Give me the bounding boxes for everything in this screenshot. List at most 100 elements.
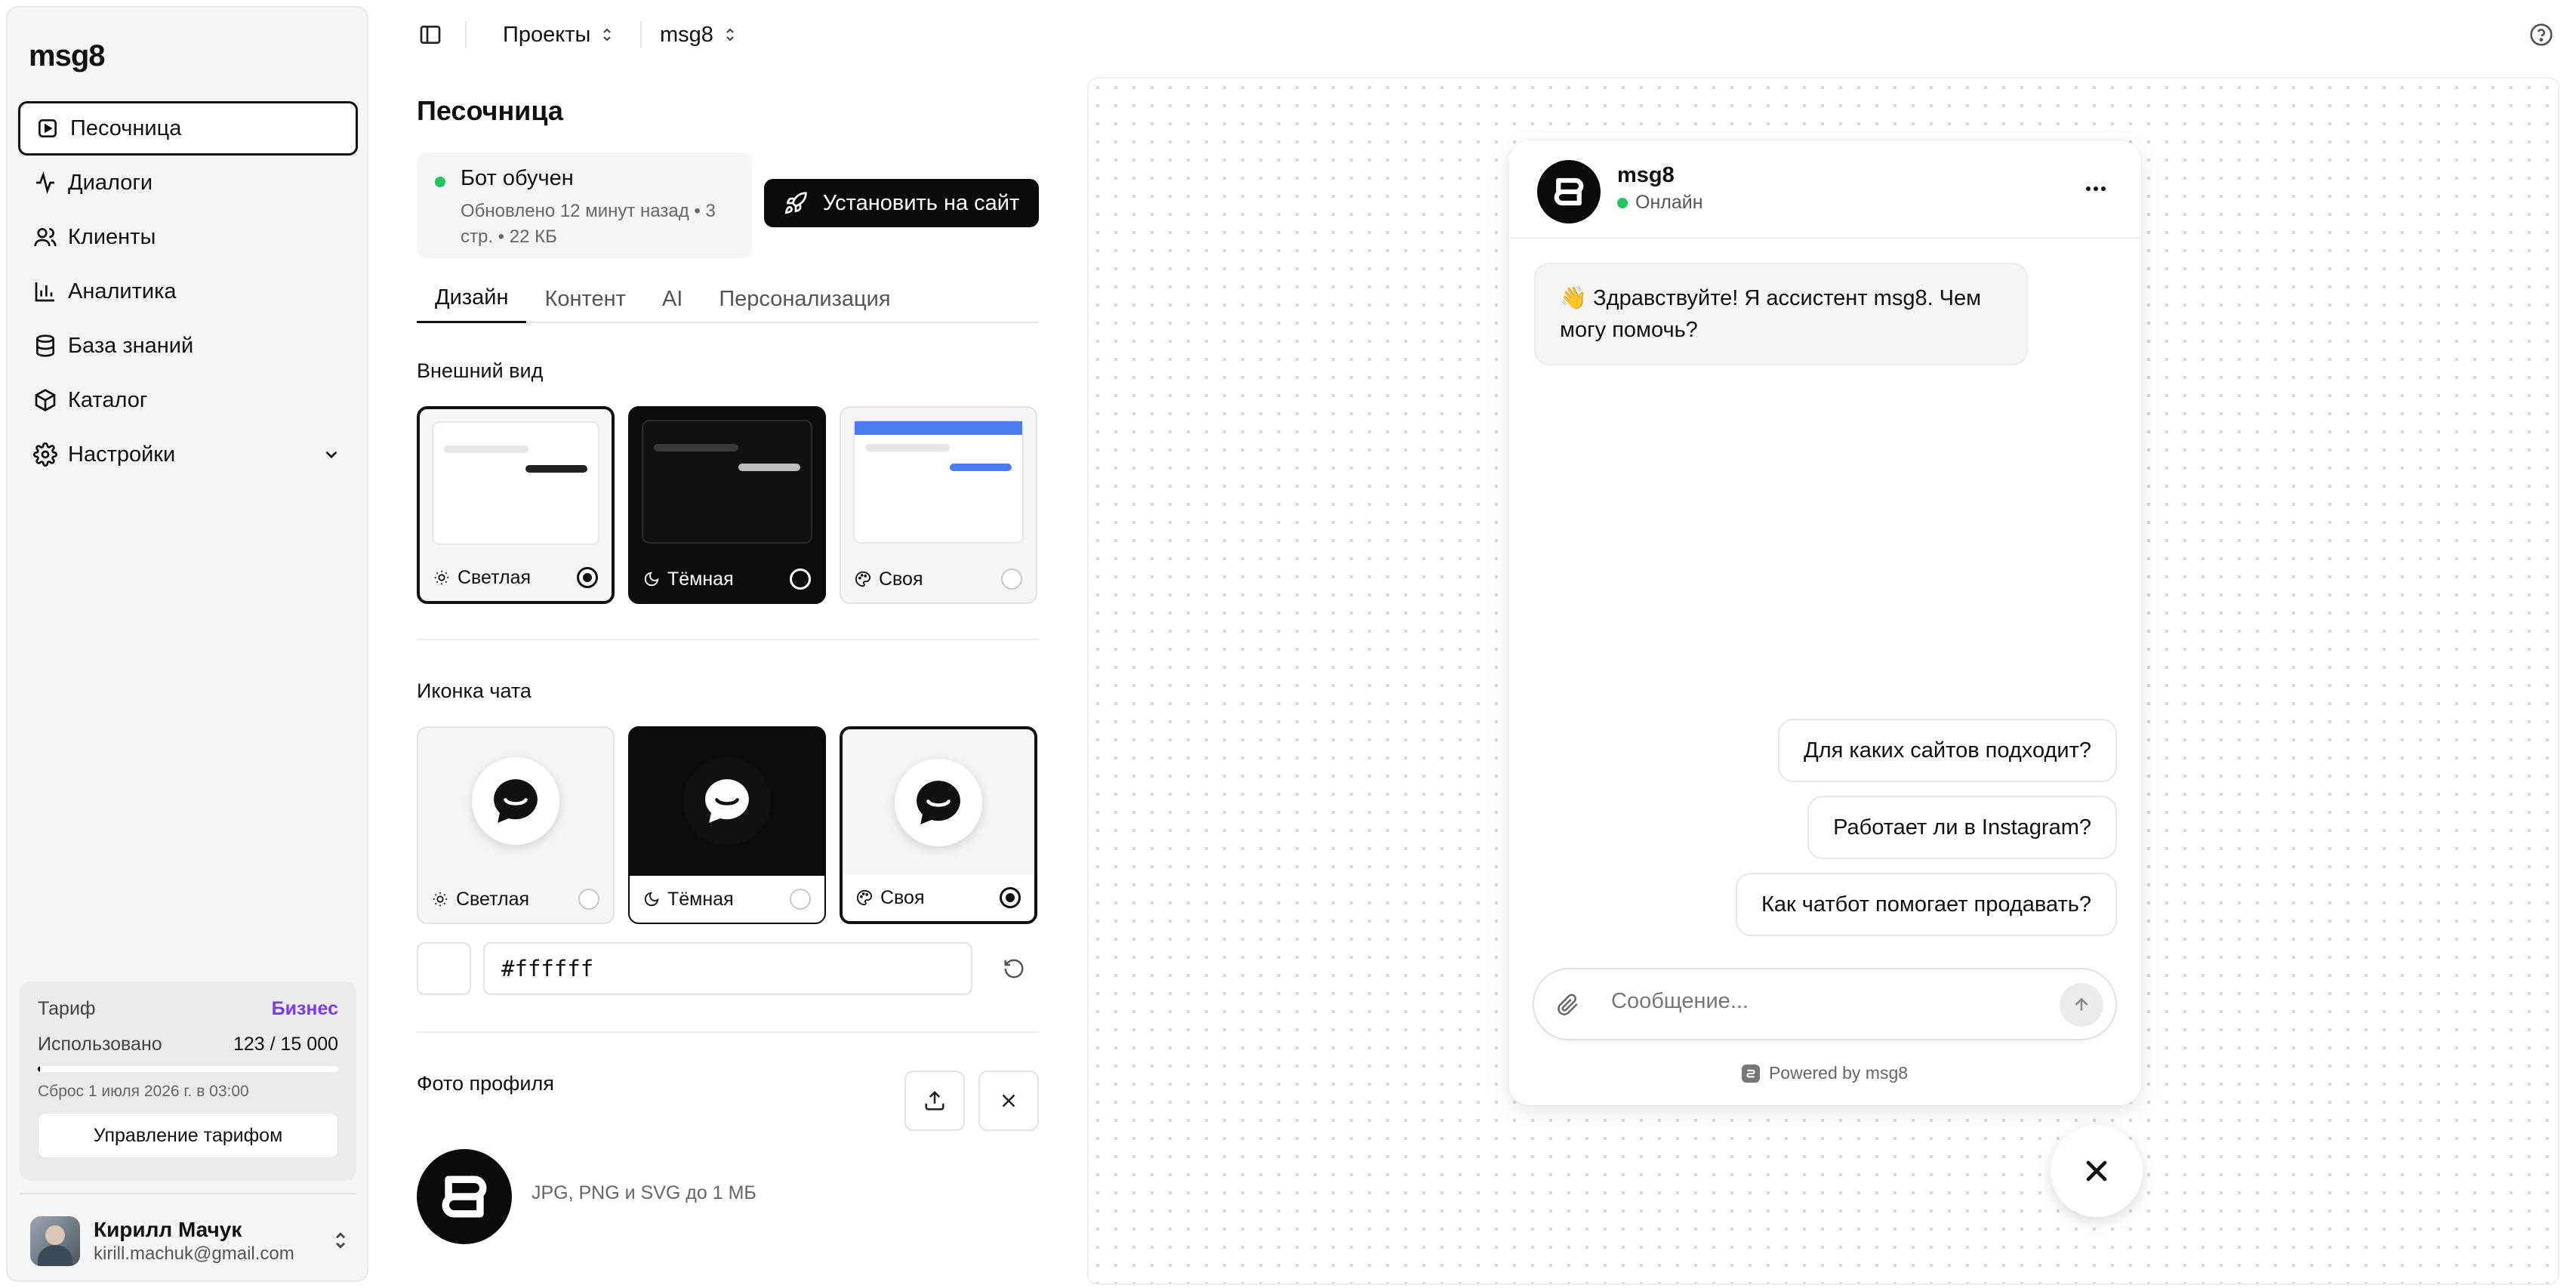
remove-photo-button[interactable] [978, 1071, 1039, 1131]
avatar [30, 1216, 80, 1266]
tab-personalization[interactable]: Персонализация [701, 275, 908, 323]
bot-status-text: Онлайн [1635, 192, 1703, 213]
sidebar-item-label: Аналитика [68, 279, 177, 304]
package-icon [33, 388, 57, 412]
chat-widget: msg8 Онлайн 👋 Здравствуйте! Я ассистент … [1508, 140, 2141, 1105]
radio-selected[interactable] [577, 567, 598, 588]
palette-icon [856, 889, 873, 906]
chat-icon-option-label: Тёмная [667, 888, 734, 910]
color-swatch[interactable] [417, 942, 471, 995]
chevrons-up-down-icon [726, 28, 734, 42]
chat-icon-dark-card[interactable]: Тёмная [628, 726, 826, 924]
color-picker-row [417, 942, 1039, 995]
sandbox-icon [35, 116, 60, 140]
appearance-custom-card[interactable]: Своя [840, 406, 1037, 604]
appearance-option-label: Своя [879, 568, 923, 590]
chat-icon-option-label: Своя [880, 886, 925, 908]
plan-usage-bar [38, 1066, 338, 1072]
custom-theme-preview [853, 420, 1024, 544]
divider [417, 639, 1039, 640]
project-name: msg8 [660, 22, 713, 47]
tab-content[interactable]: Контент [526, 275, 643, 323]
appearance-options: Светлая Тёмная Своя [417, 406, 1039, 604]
sun-icon [432, 891, 448, 907]
radio-unselected[interactable] [790, 569, 811, 590]
chevrons-up-down-icon [336, 1232, 345, 1249]
tab-design[interactable]: Дизайн [417, 275, 527, 323]
plan-used-value: 123 / 15 000 [233, 1034, 338, 1055]
chevron-down-icon[interactable] [322, 445, 341, 464]
sidebar-item-clients[interactable]: Клиенты [18, 210, 358, 264]
sidebar-item-dialogs[interactable]: Диалоги [18, 156, 358, 210]
chat-icon-light-card[interactable]: Светлая [417, 726, 615, 924]
plan-reset-text: Сброс 1 июля 2026 г. в 03:00 [38, 1083, 249, 1100]
widget-header: msg8 Онлайн [1508, 140, 2141, 239]
divider [417, 1031, 1039, 1033]
radio-unselected[interactable] [790, 889, 811, 910]
sidebar-item-label: Каталог [68, 387, 148, 412]
bot-status-card: Бот обучен Обновлено 12 минут назад • 3 … [417, 153, 752, 258]
appearance-dark-card[interactable]: Тёмная [628, 406, 826, 604]
plan-label: Тариф [38, 998, 96, 1019]
install-button-label: Установить на сайт [822, 190, 1020, 215]
plan-card: Тариф Бизнес Использовано 123 / 15 000 С… [20, 981, 356, 1181]
bot-name: msg8 [1617, 163, 1675, 187]
sidebar-item-label: Клиенты [68, 224, 156, 249]
settings-tabs: Дизайн Контент AI Персонализация [417, 275, 1039, 323]
close-icon [2086, 1160, 2107, 1182]
send-button[interactable] [2060, 983, 2103, 1027]
sidebar-toggle-icon[interactable] [418, 23, 442, 47]
profile-photo-label: Фото профиля [417, 1072, 554, 1095]
radio-selected[interactable] [1000, 887, 1021, 908]
gear-icon [33, 442, 57, 467]
tab-ai[interactable]: AI [644, 275, 701, 323]
sidebar: msg8 Песочница Диалоги Клиенты Аналитика [6, 6, 368, 1282]
arrow-up-icon [2075, 997, 2088, 1011]
project-selector[interactable]: msg8 [660, 21, 739, 48]
install-on-site-button[interactable]: Установить на сайт [764, 179, 1039, 227]
suggestion-chip[interactable]: Как чатбот помогает продавать? [1735, 873, 2117, 936]
app-logo[interactable]: msg8 [29, 39, 105, 73]
bot-avatar [1537, 160, 1601, 223]
msg8-logo-icon [442, 1176, 487, 1218]
chat-icon-options: Светлая Тёмная Своя [417, 726, 1039, 924]
msg8-logo-icon [1554, 177, 1584, 206]
hex-color-input[interactable] [483, 942, 972, 995]
profile-photo [417, 1149, 512, 1244]
appearance-light-card[interactable]: Светлая [417, 406, 615, 604]
chat-icon-custom-card[interactable]: Своя [840, 726, 1037, 924]
sidebar-item-sandbox[interactable]: Песочница [18, 101, 358, 156]
chat-icon-label: Иконка чата [417, 679, 532, 702]
user-name: Кирилл Мачук [94, 1218, 242, 1241]
plan-name-badge: Бизнес [271, 998, 338, 1019]
radio-unselected[interactable] [578, 889, 599, 910]
sidebar-item-catalog[interactable]: Каталог [18, 373, 358, 427]
upload-photo-button[interactable] [904, 1071, 965, 1131]
reset-icon[interactable] [1003, 957, 1025, 980]
palette-icon [855, 571, 871, 587]
appearance-option-label: Тёмная [667, 568, 734, 590]
sidebar-item-knowledge-base[interactable]: База знаний [18, 319, 358, 373]
message-input[interactable]: Сообщение... [1533, 968, 2117, 1040]
sidebar-item-analytics[interactable]: Аналитика [18, 264, 358, 319]
powered-by-text: Powered by msg8 [1768, 1063, 1909, 1083]
radio-unselected[interactable] [1001, 569, 1022, 590]
plan-usage-fill [38, 1066, 41, 1072]
paperclip-icon[interactable] [1557, 994, 1579, 1016]
bot-status: Онлайн [1617, 192, 1703, 214]
sidebar-item-settings[interactable]: Настройки [18, 427, 358, 482]
sidebar-item-label: Диалоги [68, 170, 153, 195]
more-icon[interactable] [2082, 180, 2109, 198]
rocket-icon [784, 192, 807, 214]
suggestion-chip[interactable]: Для каких сайтов подходит? [1778, 719, 2117, 782]
help-icon[interactable] [2529, 23, 2553, 47]
divider [640, 21, 642, 48]
projects-selector[interactable]: Проекты [503, 21, 616, 48]
chat-bubble-icon [895, 759, 982, 846]
powered-by[interactable]: Powered by msg8 [1508, 1063, 2141, 1083]
manage-plan-button[interactable]: Управление тарифом [38, 1113, 338, 1158]
user-menu[interactable]: Кирилл Мачук kirill.machuk@gmail.com [30, 1213, 355, 1270]
suggestion-chip[interactable]: Работает ли в Instagram? [1807, 796, 2117, 859]
divider [20, 1193, 356, 1194]
widget-close-button[interactable] [2051, 1125, 2143, 1217]
